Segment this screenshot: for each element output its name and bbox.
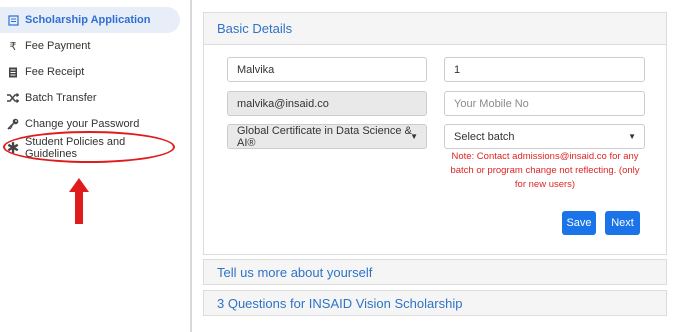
- sidebar-item-student-policies[interactable]: ✱ Student Policies and Guidelines: [0, 135, 180, 161]
- name-field[interactable]: Malvika: [227, 57, 427, 82]
- sidebar-item-batch-transfer[interactable]: Batch Transfer: [0, 85, 180, 111]
- program-select-value: Global Certificate in Data Science & AI®: [237, 124, 412, 149]
- sidebar-item-label: Student Policies and Guidelines: [25, 136, 126, 160]
- form-icon: [7, 14, 19, 26]
- sidebar-item-fee-payment[interactable]: ₹ Fee Payment: [0, 33, 180, 59]
- caret-down-icon: ▼: [410, 132, 418, 141]
- mobile-field[interactable]: Your Mobile No: [444, 91, 645, 116]
- receipt-icon: [7, 66, 19, 78]
- sidebar-item-scholarship-application[interactable]: Scholarship Application: [0, 7, 180, 33]
- section-three-questions[interactable]: 3 Questions for INSAID Vision Scholarshi…: [203, 290, 667, 316]
- save-button[interactable]: Save: [562, 211, 596, 235]
- sidebar: Scholarship Application ₹ Fee Payment Fe…: [0, 0, 188, 332]
- shuffle-icon: [7, 92, 19, 104]
- sidebar-item-label: Fee Payment: [25, 40, 91, 52]
- sidebar-item-fee-receipt[interactable]: Fee Receipt: [0, 59, 180, 85]
- section-tell-us-more[interactable]: Tell us more about yourself: [203, 259, 667, 285]
- rupee-icon: ₹: [9, 40, 17, 53]
- asterisk-icon: ✱: [6, 140, 20, 157]
- annotation-arrow: [69, 178, 89, 224]
- number-field[interactable]: 1: [444, 57, 645, 82]
- sidebar-item-change-password[interactable]: Change your Password: [0, 111, 180, 137]
- key-icon: [7, 118, 19, 130]
- sidebar-item-label: Batch Transfer: [25, 92, 97, 104]
- caret-down-icon: ▼: [628, 132, 636, 141]
- basic-details-header[interactable]: Basic Details: [204, 13, 666, 45]
- email-field[interactable]: malvika@insaid.co: [227, 91, 427, 116]
- batch-change-note: Note: Contact admissions@insaid.co for a…: [450, 151, 640, 190]
- sidebar-item-label: Fee Receipt: [25, 66, 85, 78]
- sidebar-item-label: Scholarship Application: [25, 14, 151, 26]
- next-button[interactable]: Next: [605, 211, 640, 235]
- batch-select[interactable]: Select batch ▼: [444, 124, 645, 149]
- sidebar-divider: [190, 0, 192, 332]
- sidebar-item-label: Change your Password: [25, 118, 140, 130]
- program-select[interactable]: Global Certificate in Data Science & AI®…: [227, 124, 427, 149]
- batch-select-value: Select batch: [454, 130, 515, 143]
